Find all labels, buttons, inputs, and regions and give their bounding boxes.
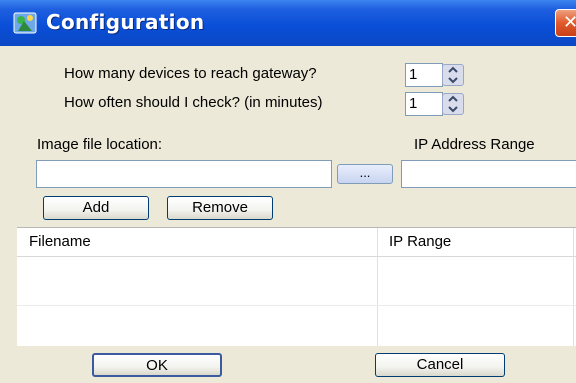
title-bar[interactable]: Configuration ✕ (0, 0, 576, 46)
check-interval-spinner[interactable] (442, 93, 464, 115)
column-divider (573, 228, 574, 346)
close-button[interactable]: ✕ (555, 9, 576, 37)
ip-range-input[interactable] (401, 160, 576, 188)
list-row-divider (17, 305, 576, 306)
check-interval-input[interactable]: 1 (405, 92, 443, 116)
list-header: Filename IP Range (17, 228, 576, 257)
add-button[interactable]: Add (43, 196, 149, 220)
devices-input[interactable]: 1 (405, 63, 443, 87)
spin-up-icon[interactable] (447, 66, 459, 74)
column-divider (377, 228, 378, 346)
cancel-button[interactable]: Cancel (375, 353, 505, 377)
image-list[interactable]: Filename IP Range (17, 227, 576, 346)
close-icon: ✕ (563, 12, 576, 33)
image-location-label: Image file location: (37, 136, 163, 153)
column-header-ip-range[interactable]: IP Range (389, 233, 451, 250)
spin-down-icon[interactable] (447, 105, 459, 113)
browse-button[interactable]: ... (337, 164, 393, 184)
devices-label: How many devices to reach gateway? (64, 65, 317, 82)
spin-up-icon[interactable] (447, 95, 459, 103)
configuration-dialog: Configuration ✕ How many devices to reac… (0, 0, 576, 383)
remove-button[interactable]: Remove (167, 196, 273, 220)
devices-spinner[interactable] (442, 64, 464, 86)
ip-range-label: IP Address Range (414, 136, 535, 153)
column-header-filename[interactable]: Filename (29, 233, 91, 250)
ok-button[interactable]: OK (92, 353, 222, 377)
spin-down-icon[interactable] (447, 76, 459, 84)
app-icon (13, 12, 37, 34)
image-location-input[interactable] (36, 160, 332, 188)
window-title: Configuration (46, 10, 205, 34)
check-interval-label: How often should I check? (in minutes) (64, 94, 323, 111)
